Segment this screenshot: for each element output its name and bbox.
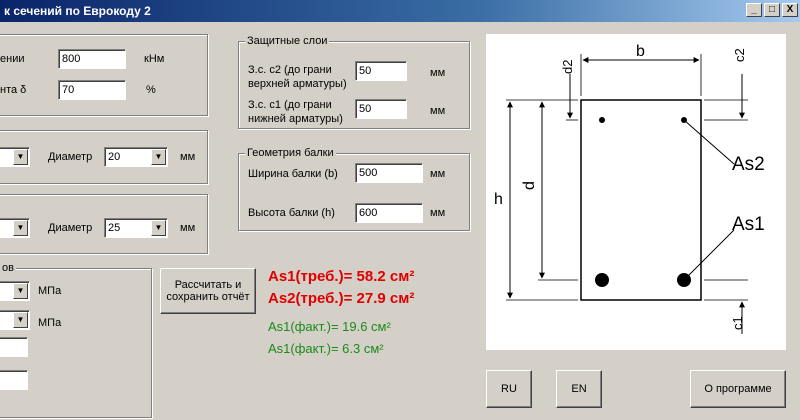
c1-input[interactable] (355, 99, 407, 119)
title-bar: к сечений по Еврокоду 2 _ □ X (0, 0, 800, 22)
label-c1: c1 (730, 316, 745, 330)
top-diameter-select[interactable]: 20 ▼ (104, 147, 168, 167)
c2-label-line1: З.с. c2 (до грани (248, 64, 332, 76)
bottom-diameter-select[interactable]: 25 ▼ (104, 218, 168, 238)
material-field-1[interactable] (0, 337, 28, 357)
c1-unit: мм (430, 105, 446, 117)
calculate-button-line1: Рассчитать и (174, 279, 242, 291)
chevron-down-icon[interactable]: ▼ (151, 149, 166, 165)
label-d: d (521, 181, 538, 190)
lang-en-button[interactable]: EN (556, 370, 602, 408)
top-diameter-unit: мм (180, 151, 196, 163)
concrete-unit: МПа (38, 285, 62, 297)
c2-input[interactable] (355, 61, 407, 81)
as1-actual-result-b: As1(факт.)= 6.3 см² (268, 341, 384, 356)
as1-leader (683, 229, 735, 281)
c2-label-line2: верхней арматуры) (248, 78, 347, 90)
section-diagram: b h d d2 c2 c1 As2 As1 (486, 34, 786, 350)
bottom-rebar-right (677, 273, 691, 287)
bottom-rebar-left (595, 273, 609, 287)
top-rebar-left (599, 117, 605, 123)
height-label: Высота балки (h) (248, 207, 335, 219)
lang-ru-button[interactable]: RU (486, 370, 532, 408)
moment-input[interactable] (58, 49, 126, 69)
maximize-button[interactable]: □ (764, 3, 780, 17)
as2-required-result: As2(треб.)= 27.9 см² (268, 290, 415, 307)
width-unit: мм (430, 168, 446, 180)
steel-unit: МПа (38, 317, 62, 329)
height-unit: мм (430, 207, 446, 219)
coef-label: нта δ (0, 84, 27, 96)
label-d2: d2 (560, 60, 575, 74)
steel-class-select[interactable]: ▼ (0, 310, 30, 330)
width-input[interactable] (355, 163, 423, 183)
beam-outline (580, 99, 702, 301)
top-diameter-value: 20 (108, 151, 121, 163)
label-c2: c2 (732, 48, 747, 62)
geometry-legend: Геометрия балки (245, 147, 336, 159)
c2-unit: мм (430, 67, 446, 79)
chevron-down-icon[interactable]: ▼ (13, 220, 28, 236)
calculate-button-line2: сохранить отчёт (166, 291, 250, 303)
c1-label-line1: З.с. c1 (до грани (248, 99, 332, 111)
close-button[interactable]: X (782, 3, 798, 17)
height-input[interactable] (355, 203, 423, 223)
moment-label: ении (0, 53, 25, 65)
c1-label-line2: нижней арматуры) (248, 113, 343, 125)
window-title: к сечений по Еврокоду 2 (4, 4, 151, 18)
bottom-rebar-count-select[interactable]: ▼ (0, 218, 30, 238)
chevron-down-icon[interactable]: ▼ (13, 283, 28, 299)
top-rebar-count-select[interactable]: ▼ (0, 147, 30, 167)
as1-required-result: As1(треб.)= 58.2 см² (268, 268, 415, 285)
bottom-diameter-unit: мм (180, 222, 196, 234)
covers-legend: Защитные слои (245, 35, 330, 47)
chevron-down-icon[interactable]: ▼ (13, 149, 28, 165)
about-button[interactable]: О программе (690, 370, 786, 408)
chevron-down-icon[interactable]: ▼ (151, 220, 166, 236)
section-diagram-svg: b h d d2 c2 c1 As2 As1 (494, 43, 765, 334)
minimize-button[interactable]: _ (746, 3, 762, 17)
top-rebar-right (681, 117, 687, 123)
calculate-button[interactable]: Рассчитать и сохранить отчёт (160, 268, 256, 314)
materials-legend: ов (0, 262, 16, 274)
coef-input[interactable] (58, 80, 126, 100)
label-b: b (636, 43, 645, 60)
bottom-diameter-label: Диаметр (48, 222, 93, 234)
chevron-down-icon[interactable]: ▼ (13, 312, 28, 328)
bottom-diameter-value: 25 (108, 222, 121, 234)
material-field-2[interactable] (0, 370, 28, 390)
label-h: h (494, 191, 503, 208)
concrete-class-select[interactable]: ▼ (0, 281, 30, 301)
as2-leader (683, 119, 735, 165)
as1-actual-result-a: As1(факт.)= 19.6 см² (268, 319, 391, 334)
moment-unit: кНм (144, 53, 165, 65)
loads-group (0, 34, 208, 116)
top-diameter-label: Диаметр (48, 151, 93, 163)
label-as1: As1 (732, 214, 765, 235)
coef-unit: % (146, 84, 156, 96)
width-label: Ширина балки (b) (248, 168, 338, 180)
label-as2: As2 (732, 154, 765, 175)
geometry-group (238, 153, 470, 231)
